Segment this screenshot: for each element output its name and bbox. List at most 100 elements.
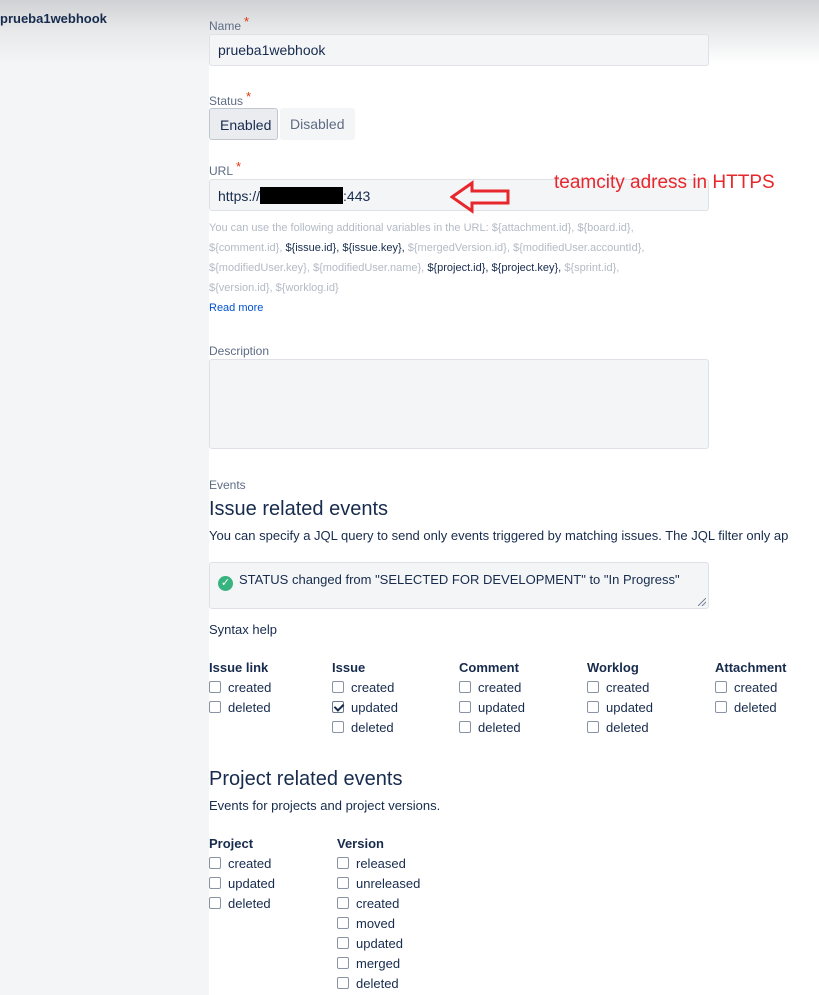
checkbox[interactable] (587, 721, 599, 733)
resize-grip[interactable] (698, 598, 706, 606)
event-group-title: Version (337, 836, 384, 851)
event-group-title: Project (209, 836, 254, 851)
description-textarea[interactable] (209, 359, 709, 449)
event-checkbox-row[interactable]: released (337, 854, 420, 874)
checkbox[interactable] (337, 857, 349, 869)
event-checkbox-row[interactable]: deleted (337, 974, 420, 994)
checkbox-label: created (606, 680, 650, 695)
status-enabled-button[interactable]: Enabled (209, 108, 278, 140)
url-variable: ${comment.id}, (209, 242, 283, 254)
checkbox[interactable] (587, 681, 599, 693)
event-checkbox-row[interactable]: deleted (587, 718, 653, 738)
checkbox[interactable] (459, 721, 471, 733)
event-group: Issue link created deleted (209, 658, 271, 718)
checkbox-label: unreleased (356, 876, 421, 891)
url-prefix: https:// (218, 188, 261, 204)
url-variable: ${modifiedUser.key}, (209, 262, 310, 274)
event-checkbox-row[interactable]: created (459, 678, 525, 698)
event-checkbox-row[interactable]: created (337, 894, 420, 914)
checkbox[interactable] (587, 701, 599, 713)
syntax-help-link[interactable]: Syntax help (209, 622, 277, 637)
checkbox[interactable] (459, 681, 471, 693)
checkbox-label: updated (606, 700, 653, 715)
checkbox[interactable] (337, 917, 349, 929)
event-checkbox-row[interactable]: updated (332, 698, 398, 718)
checkbox-label: created (228, 856, 272, 871)
url-variable: ${issue.key}, (342, 242, 405, 254)
url-variable: ${project.id}, (427, 262, 489, 274)
event-checkbox-row[interactable]: updated (209, 874, 275, 894)
event-checkbox-row[interactable]: merged (337, 954, 420, 974)
event-group-title: Issue (332, 660, 366, 675)
event-checkbox-row[interactable]: deleted (209, 698, 271, 718)
event-checkbox-row[interactable]: created (209, 854, 275, 874)
event-group: Issue created updated deleted (332, 658, 398, 738)
checkbox[interactable] (715, 681, 727, 693)
event-checkbox-row[interactable]: deleted (459, 718, 525, 738)
checkbox[interactable] (337, 957, 349, 969)
event-checkbox-row[interactable]: updated (337, 934, 420, 954)
sidebar (0, 0, 209, 995)
checkbox[interactable] (337, 877, 349, 889)
checkbox[interactable] (209, 681, 221, 693)
status-disabled-button[interactable]: Disabled (280, 108, 355, 140)
event-checkbox-row[interactable]: deleted (332, 718, 398, 738)
event-group-title: Comment (459, 660, 519, 675)
jql-filter-input[interactable]: ✓ STATUS changed from "SELECTED FOR DEVEL… (209, 562, 709, 609)
checkbox[interactable] (459, 701, 471, 713)
checkbox-label: deleted (351, 720, 394, 735)
checkbox[interactable] (337, 897, 349, 909)
checkbox[interactable] (209, 877, 221, 889)
url-variable: ${sprint.id}, (564, 262, 620, 274)
url-variable: ${project.key}, (491, 262, 562, 274)
checkbox[interactable] (332, 681, 344, 693)
jql-value: STATUS changed from "SELECTED FOR DEVELO… (239, 572, 680, 587)
checkbox[interactable] (332, 701, 344, 713)
event-checkbox-row[interactable]: deleted (209, 894, 275, 914)
url-variable: ${modifiedUser.accountId}, (512, 242, 645, 254)
checkbox[interactable] (337, 977, 349, 989)
url-variable: ${attachment.id}, (491, 222, 575, 234)
check-circle-icon: ✓ (218, 576, 233, 591)
checkbox-label: updated (478, 700, 525, 715)
event-checkbox-row[interactable]: created (715, 678, 787, 698)
annotation-text: teamcity adress in HTTPS (554, 172, 775, 193)
event-group: Version released unreleased created moved upd… (337, 834, 420, 994)
read-more-link[interactable]: Read more (209, 302, 263, 314)
event-checkbox-row[interactable]: deleted (715, 698, 787, 718)
checkbox-label: deleted (478, 720, 521, 735)
checkbox-label: deleted (228, 700, 271, 715)
checkbox-label: updated (351, 700, 398, 715)
checkbox-label: deleted (228, 896, 271, 911)
event-checkbox-row[interactable]: updated (459, 698, 525, 718)
event-group: Worklog created updated deleted (587, 658, 653, 738)
event-checkbox-row[interactable]: created (209, 678, 271, 698)
event-checkbox-row[interactable]: created (587, 678, 653, 698)
url-variable: ${board.id}, (577, 222, 634, 234)
checkbox[interactable] (209, 857, 221, 869)
checkbox-label: created (351, 680, 395, 695)
checkbox[interactable] (332, 721, 344, 733)
url-variable: ${issue.id}, (285, 242, 340, 254)
event-group-title: Issue link (209, 660, 269, 675)
event-checkbox-row[interactable]: moved (337, 914, 420, 934)
checkbox[interactable] (715, 701, 727, 713)
redacted-host (260, 187, 344, 204)
checkbox[interactable] (209, 701, 221, 713)
checkbox[interactable] (209, 897, 221, 909)
checkbox-label: created (734, 680, 778, 695)
event-group: Project created updated deleted (209, 834, 275, 914)
checkbox-label: released (356, 856, 406, 871)
event-checkbox-row[interactable]: updated (587, 698, 653, 718)
name-input[interactable]: prueba1webhook (209, 34, 709, 66)
sidebar-title: prueba1webhook (0, 11, 107, 26)
event-checkbox-row[interactable]: created (332, 678, 398, 698)
checkbox-label: merged (356, 956, 401, 971)
checkbox-label: created (228, 680, 272, 695)
checkbox[interactable] (337, 937, 349, 949)
url-label: URL * (209, 159, 242, 178)
checkbox-label: updated (228, 876, 275, 891)
url-variable: ${version.id}, (209, 282, 273, 294)
checkbox-label: created (356, 896, 400, 911)
event-checkbox-row[interactable]: unreleased (337, 874, 420, 894)
